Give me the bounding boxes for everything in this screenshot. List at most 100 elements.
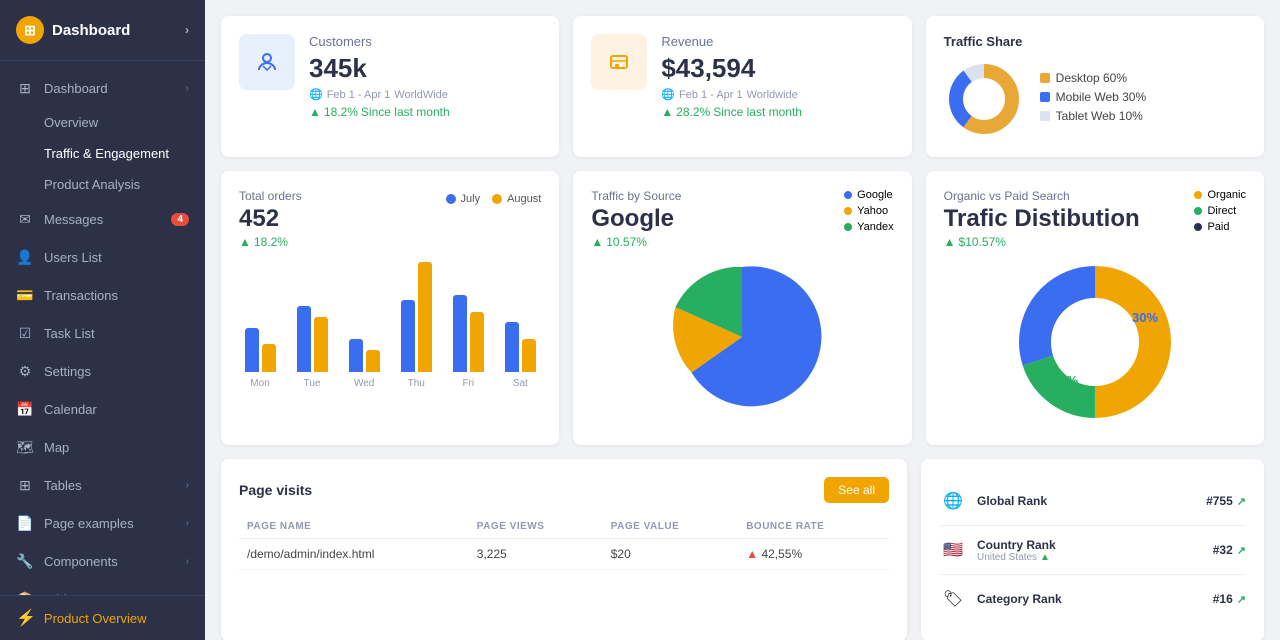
col-bounce-rate: BOUNCE RATE bbox=[738, 515, 889, 539]
customers-change: ▲ 18.2% Since last month bbox=[309, 105, 541, 119]
col-page-name: PAGE NAME bbox=[239, 515, 469, 539]
customers-title: Customers bbox=[309, 34, 541, 49]
sidebar-item-dashboard[interactable]: ⊞ Dashboard › bbox=[0, 69, 205, 107]
top-cards-row: Customers 345k 🌐 Feb 1 - Apr 1 WorldWide… bbox=[221, 16, 1264, 157]
col-page-views: PAGE VIEWS bbox=[469, 515, 603, 539]
rank-item-global: 🌐 Global Rank #755 ↗ bbox=[939, 477, 1246, 526]
logo-icon: ⊞ bbox=[16, 16, 44, 44]
sidebar-item-page-examples[interactable]: 📄 Page examples › bbox=[0, 504, 205, 542]
sidebar-item-settings[interactable]: ⚙ Settings bbox=[0, 352, 205, 390]
bottom-row: Page visits See all PAGE NAME PAGE VIEWS… bbox=[221, 459, 1264, 640]
sidebar-item-components[interactable]: 🔧 Components › bbox=[0, 542, 205, 580]
day-label: Wed bbox=[354, 378, 374, 389]
day-label: Mon bbox=[250, 378, 269, 389]
customers-icon-box bbox=[239, 34, 295, 90]
traffic-share-title: Traffic Share bbox=[944, 34, 1246, 49]
bar-group-sat: Sat bbox=[499, 262, 541, 389]
bar-group-thu: Thu bbox=[395, 262, 437, 389]
customers-info: Customers 345k 🌐 Feb 1 - Apr 1 WorldWide… bbox=[309, 34, 541, 119]
desktop-dot bbox=[1040, 73, 1050, 83]
august-bar bbox=[314, 317, 328, 372]
july-bar bbox=[349, 339, 363, 372]
category-rank-value: #16 ↗ bbox=[1213, 592, 1246, 606]
sidebar-item-map[interactable]: 🗺 Map bbox=[0, 428, 205, 466]
revenue-change: ▲ 28.2% Since last month bbox=[661, 105, 893, 119]
traffic-source-label: Traffic by Source bbox=[591, 189, 681, 203]
traffic-legend: Desktop 60% Mobile Web 30% Tablet Web 10… bbox=[1040, 71, 1246, 128]
sidebar-item-task-list[interactable]: ☑ Task List bbox=[0, 314, 205, 352]
revenue-title: Revenue bbox=[661, 34, 893, 49]
organic-label: Organic vs Paid Search bbox=[944, 189, 1140, 203]
chevron-icon: › bbox=[186, 556, 189, 567]
revenue-card: Revenue $43,594 🌐 Feb 1 - Apr 1 Worldwid… bbox=[573, 16, 911, 157]
page-visits-header: Page visits See all bbox=[239, 477, 889, 503]
bar-group-tue: Tue bbox=[291, 262, 333, 389]
logo-label: Dashboard bbox=[52, 22, 130, 39]
revenue-value: $43,594 bbox=[661, 53, 893, 84]
date-globe-icon: 🌐 bbox=[661, 88, 675, 101]
widgets-icon: 📦 bbox=[16, 590, 34, 595]
july-bar bbox=[245, 328, 259, 372]
svg-text:20%: 20% bbox=[1052, 373, 1078, 388]
revenue-icon-box bbox=[591, 34, 647, 90]
bar-chart-area: Mon Tue bbox=[239, 259, 541, 409]
mobile-dot bbox=[1040, 92, 1050, 102]
up-arrow-icon: ▲ bbox=[239, 235, 251, 249]
cell-page-views: 3,225 bbox=[469, 539, 603, 570]
globe-icon: 🌐 bbox=[939, 487, 967, 515]
traffic-source-card: Traffic by Source Google ▲ 10.57% Google… bbox=[573, 171, 911, 445]
dashboard-icon: ⊞ bbox=[16, 79, 34, 97]
sidebar-item-users-list[interactable]: 👤 Users List bbox=[0, 238, 205, 276]
bar-groups: Mon Tue bbox=[239, 259, 541, 389]
sidebar-item-messages[interactable]: ✉ Messages 4 bbox=[0, 200, 205, 238]
july-legend: July bbox=[446, 193, 481, 205]
calendar-icon: 📅 bbox=[16, 400, 34, 418]
svg-text:30%: 30% bbox=[1132, 310, 1158, 325]
table-head: PAGE NAME PAGE VIEWS PAGE VALUE BOUNCE R… bbox=[239, 515, 889, 539]
desktop-label: Desktop 60% bbox=[1056, 71, 1127, 85]
users-icon: 👤 bbox=[16, 248, 34, 266]
orders-value: 452 bbox=[239, 205, 302, 233]
sidebar-item-widgets[interactable]: 📦 Widgets bbox=[0, 580, 205, 595]
organic-legend: Organic Direct Paid bbox=[1194, 189, 1246, 233]
august-bar bbox=[262, 344, 276, 372]
sidebar-item-label: Components bbox=[44, 554, 176, 569]
august-label: August bbox=[507, 193, 541, 205]
sidebar-footer[interactable]: ⚡ Product Overview bbox=[0, 595, 205, 640]
sidebar-item-calendar[interactable]: 📅 Calendar bbox=[0, 390, 205, 428]
page-visits-card: Page visits See all PAGE NAME PAGE VIEWS… bbox=[221, 459, 907, 640]
organic-legend-item: Organic bbox=[1194, 189, 1246, 201]
organic-paid-card: Organic vs Paid Search Trafic Distibutio… bbox=[926, 171, 1264, 445]
sidebar-item-tables[interactable]: ⊞ Tables › bbox=[0, 466, 205, 504]
cell-page-name: /demo/admin/index.html bbox=[239, 539, 469, 570]
task-icon: ☑ bbox=[16, 324, 34, 342]
settings-icon: ⚙ bbox=[16, 362, 34, 380]
date-globe-icon: 🌐 bbox=[309, 88, 323, 101]
sidebar-item-label: Page examples bbox=[44, 516, 176, 531]
sidebar-item-product-analysis[interactable]: Product Analysis bbox=[0, 169, 205, 200]
july-bar bbox=[401, 300, 415, 372]
yahoo-dot bbox=[844, 207, 852, 215]
sidebar-item-transactions[interactable]: 💳 Transactions bbox=[0, 276, 205, 314]
bar-group-wed: Wed bbox=[343, 262, 385, 389]
sidebar-logo[interactable]: ⊞ Dashboard › bbox=[0, 0, 205, 61]
logo-chevron: › bbox=[185, 23, 189, 37]
svg-text:50%: 50% bbox=[1137, 353, 1163, 368]
see-all-button[interactable]: See all bbox=[824, 477, 889, 503]
direct-dot bbox=[1194, 207, 1202, 215]
table-body: /demo/admin/index.html 3,225 $20 ▲ 42,55… bbox=[239, 539, 889, 570]
paid-dot bbox=[1194, 223, 1202, 231]
messages-badge: 4 bbox=[171, 213, 189, 226]
tablet-label: Tablet Web 10% bbox=[1056, 109, 1143, 123]
page-visits-title: Page visits bbox=[239, 482, 312, 498]
map-icon: 🗺 bbox=[16, 438, 34, 456]
table-row: /demo/admin/index.html 3,225 $20 ▲ 42,55… bbox=[239, 539, 889, 570]
july-bar bbox=[505, 322, 519, 372]
august-dot bbox=[492, 194, 502, 204]
sidebar-item-overview[interactable]: Overview bbox=[0, 107, 205, 138]
middle-row: Total orders 452 ▲ 18.2% July August bbox=[221, 171, 1264, 445]
yandex-dot bbox=[844, 223, 852, 231]
cell-bounce-rate: ▲ 42,55% bbox=[738, 539, 889, 570]
sidebar-item-traffic[interactable]: Traffic & Engagement bbox=[0, 138, 205, 169]
traffic-source-change: ▲ 10.57% bbox=[591, 235, 681, 249]
